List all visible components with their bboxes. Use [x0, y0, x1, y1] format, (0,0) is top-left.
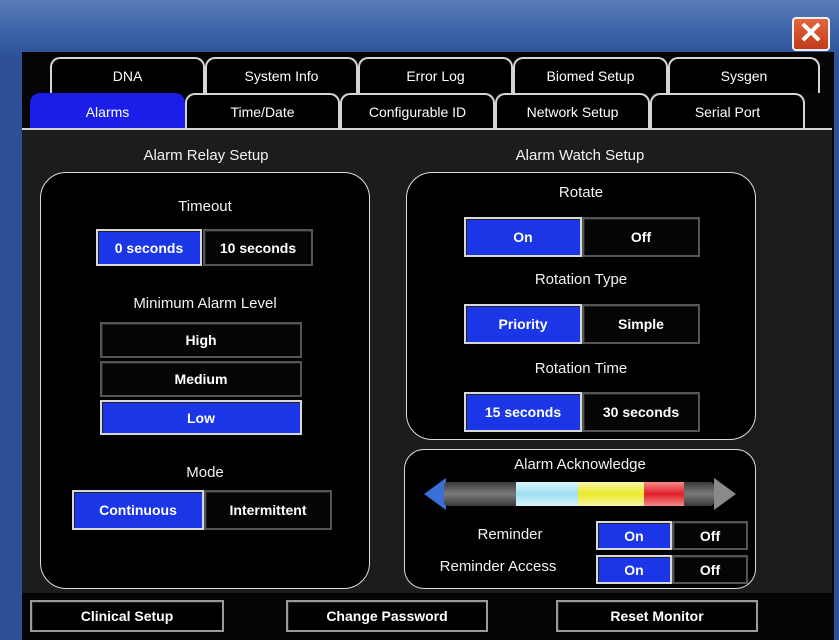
tab-time-date[interactable]: Time/Date [185, 93, 340, 129]
rotation-type-simple-button[interactable]: Simple [582, 304, 700, 344]
reminder-access-on-button[interactable]: On [596, 555, 672, 584]
minimum-alarm-level-label: Minimum Alarm Level [133, 295, 277, 312]
timeout-0-seconds-button[interactable]: 0 seconds [96, 229, 202, 266]
rotation-type-priority-button[interactable]: Priority [464, 304, 582, 344]
reminder-access-label: Reminder Access [439, 558, 557, 575]
alarm-watch-setup-title: Alarm Watch Setup [515, 147, 645, 164]
tab-error-log[interactable]: Error Log [358, 57, 513, 93]
mode-continuous-button[interactable]: Continuous [72, 490, 204, 530]
mode-intermittent-button[interactable]: Intermittent [204, 490, 332, 530]
timeout-10-seconds-button[interactable]: 10 seconds [203, 229, 313, 266]
slider-segment-yellow [578, 482, 644, 506]
level-low-button[interactable]: Low [100, 400, 302, 435]
reminder-on-button[interactable]: On [596, 521, 672, 550]
level-high-button[interactable]: High [100, 322, 302, 358]
slider-segment-end [684, 482, 714, 506]
alarm-relay-setup-title: Alarm Relay Setup [143, 147, 269, 164]
timeout-label: Timeout [178, 198, 232, 215]
tab-biomed-setup[interactable]: Biomed Setup [513, 57, 668, 93]
close-icon: ✕ [798, 17, 824, 50]
rotation-time-label: Rotation Time [534, 360, 628, 377]
rotation-time-30-seconds-button[interactable]: 30 seconds [582, 392, 700, 432]
rotate-on-button[interactable]: On [464, 217, 582, 257]
slider-right-arrow-icon[interactable] [714, 478, 736, 510]
tab-dna[interactable]: DNA [50, 57, 205, 93]
alarm-acknowledge-slider[interactable] [424, 478, 736, 510]
rotation-time-15-seconds-button[interactable]: 15 seconds [464, 392, 582, 432]
rotate-label: Rotate [558, 184, 604, 201]
slider-segment-grey [444, 482, 516, 506]
slider-segment-blue [516, 482, 578, 506]
tab-configurable-id[interactable]: Configurable ID [340, 93, 495, 129]
reminder-off-button[interactable]: Off [672, 521, 748, 550]
rotate-off-button[interactable]: Off [582, 217, 700, 257]
reminder-access-off-button[interactable]: Off [672, 555, 748, 584]
reset-monitor-button[interactable]: Reset Monitor [556, 600, 758, 632]
reminder-label: Reminder [477, 526, 543, 543]
rotation-type-label: Rotation Type [534, 271, 628, 288]
tab-sysgen[interactable]: Sysgen [668, 57, 820, 93]
tab-serial-port[interactable]: Serial Port [650, 93, 805, 129]
mode-label: Mode [186, 464, 224, 481]
slider-segment-red [644, 482, 684, 506]
level-medium-button[interactable]: Medium [100, 361, 302, 397]
tab-network-setup[interactable]: Network Setup [495, 93, 650, 129]
slider-track[interactable] [444, 482, 714, 506]
slider-left-arrow-icon[interactable] [424, 478, 446, 510]
change-password-button[interactable]: Change Password [286, 600, 488, 632]
alarm-acknowledge-title: Alarm Acknowledge [514, 456, 646, 473]
tab-alarms[interactable]: Alarms [30, 93, 185, 129]
clinical-setup-button[interactable]: Clinical Setup [30, 600, 224, 632]
close-button[interactable]: ✕ [792, 17, 830, 51]
tab-system-info[interactable]: System Info [205, 57, 358, 93]
